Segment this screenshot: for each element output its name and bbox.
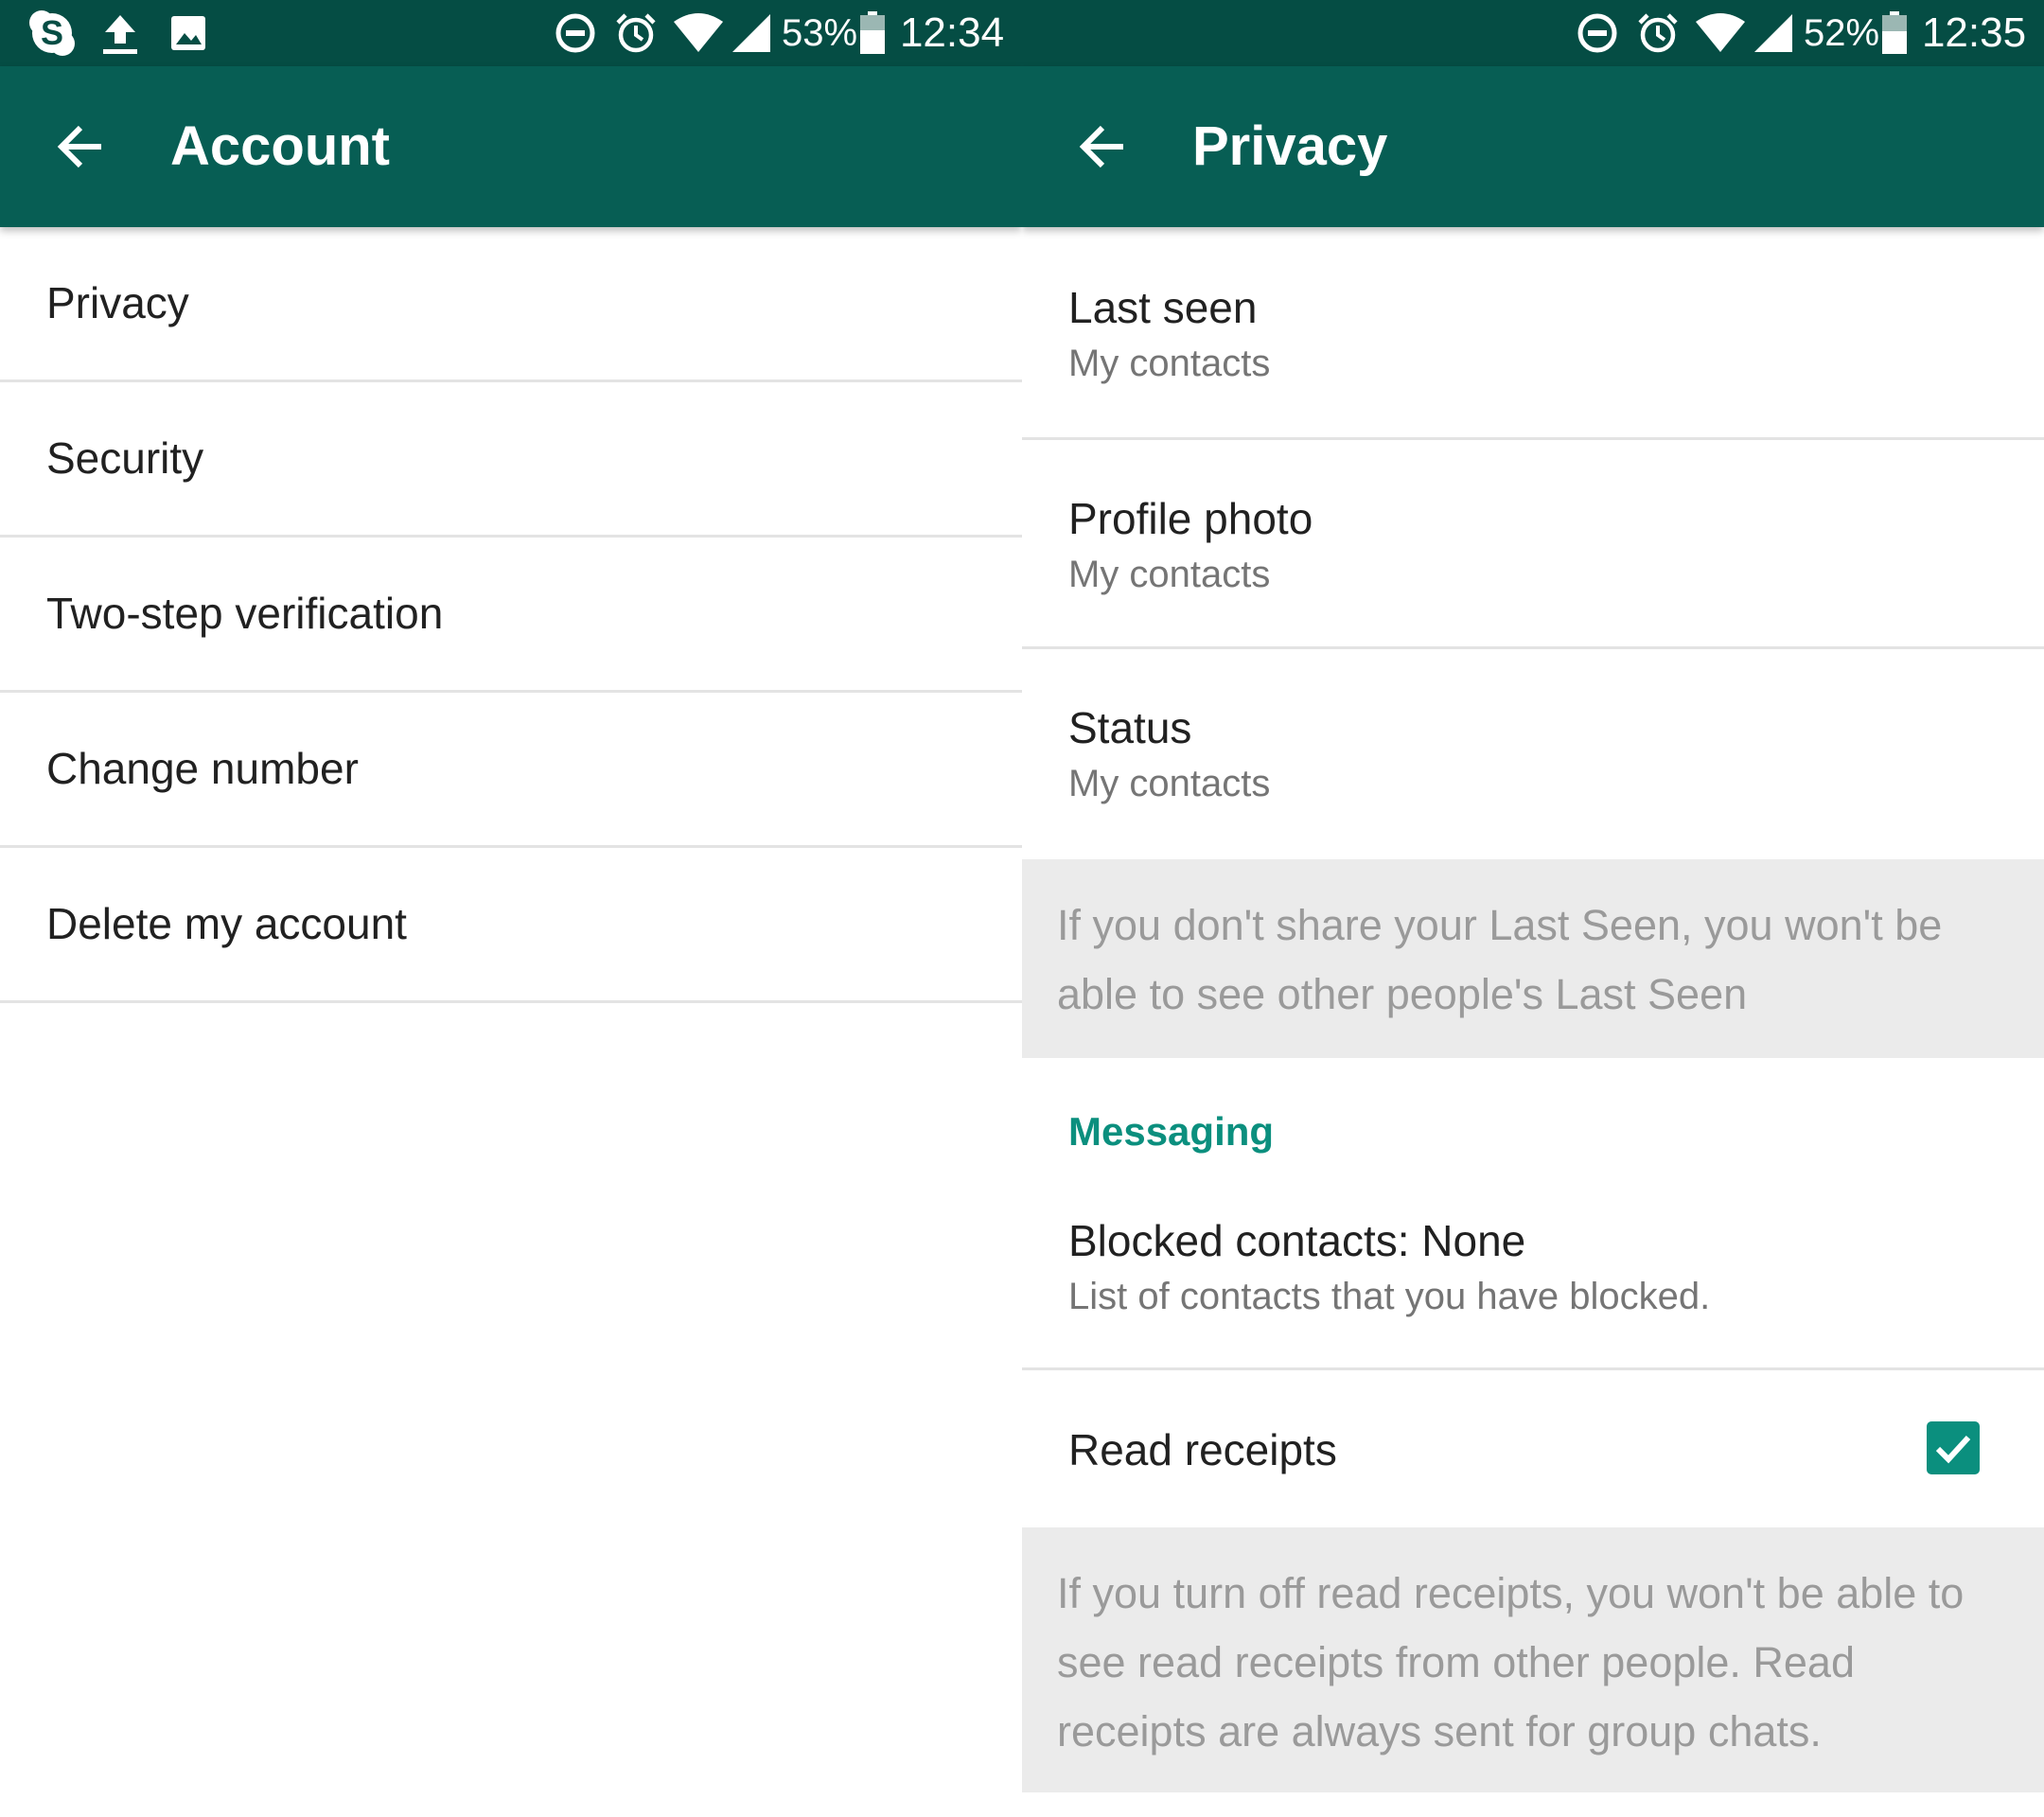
- battery-icon: [857, 0, 888, 66]
- menu-item-delete-account[interactable]: Delete my account: [0, 848, 1022, 1003]
- pref-read-receipts[interactable]: Read receipts: [1022, 1370, 2044, 1527]
- alarm-icon: [1635, 0, 1681, 66]
- back-button[interactable]: [1060, 104, 1145, 189]
- pref-profile-photo[interactable]: Profile photo My contacts: [1022, 440, 2044, 649]
- pref-title: Status: [1068, 703, 1192, 752]
- menu-item-label: Delete my account: [46, 899, 407, 948]
- read-receipts-info: If you turn off read receipts, you won't…: [1022, 1527, 2044, 1792]
- image-icon: [167, 0, 210, 66]
- wifi-icon: [672, 0, 725, 66]
- read-receipts-checkbox[interactable]: [1927, 1421, 1980, 1474]
- info-text: If you don't share your Last Seen, you w…: [1057, 901, 1943, 1018]
- privacy-screen: 52% 12:35 Privacy Last seen My contacts …: [1022, 0, 2044, 1817]
- clock: 12:34: [899, 9, 1005, 56]
- back-button[interactable]: [38, 104, 123, 189]
- pref-status[interactable]: Status My contacts: [1022, 649, 2044, 859]
- pref-value: My contacts: [1068, 763, 1271, 804]
- menu-item-two-step-verification[interactable]: Two-step verification: [0, 538, 1022, 693]
- arrow-left-icon: [57, 125, 101, 168]
- page-title: Privacy: [1192, 115, 1388, 177]
- app-bar: Account: [0, 66, 1022, 227]
- pref-blocked-contacts[interactable]: Blocked contacts: None List of contacts …: [1022, 1185, 2044, 1370]
- check-icon: [1935, 1435, 1971, 1464]
- battery-percent: 53%: [781, 11, 858, 54]
- account-screen: S 53% 12:34 Account Privacy Security Two…: [0, 0, 1022, 1817]
- page-title: Account: [170, 115, 390, 177]
- menu-item-change-number[interactable]: Change number: [0, 693, 1022, 848]
- pref-title: Last seen: [1068, 283, 1258, 332]
- pref-title: Profile photo: [1068, 494, 1313, 543]
- pref-last-seen[interactable]: Last seen My contacts: [1022, 227, 2044, 440]
- pref-subtitle: List of contacts that you have blocked.: [1068, 1276, 1711, 1317]
- menu-item-label: Two-step verification: [46, 589, 444, 638]
- arrow-left-icon: [1079, 125, 1123, 168]
- status-bar: S 53% 12:34: [0, 0, 1022, 66]
- alarm-icon: [613, 0, 659, 66]
- do-not-disturb-icon: [553, 0, 598, 66]
- battery-icon: [1879, 0, 1910, 66]
- app-bar: Privacy: [1022, 66, 2044, 227]
- pref-title: Read receipts: [1068, 1425, 1337, 1474]
- pref-title: Blocked contacts: None: [1068, 1216, 1526, 1265]
- menu-item-label: Security: [46, 433, 204, 483]
- wifi-icon: [1694, 0, 1747, 66]
- menu-item-privacy[interactable]: Privacy: [0, 227, 1022, 382]
- pref-value: My contacts: [1068, 343, 1271, 384]
- signal-icon: [1751, 0, 1796, 66]
- pref-value: My contacts: [1068, 554, 1271, 595]
- skype-icon: S: [26, 0, 78, 66]
- clock: 12:35: [1921, 9, 2027, 56]
- battery-percent: 52%: [1803, 11, 1880, 54]
- status-bar: 52% 12:35: [1022, 0, 2044, 66]
- section-header-messaging: Messaging: [1068, 1109, 1275, 1154]
- menu-item-label: Change number: [46, 744, 359, 793]
- svg-text:S: S: [41, 13, 63, 52]
- do-not-disturb-icon: [1575, 0, 1620, 66]
- info-text: If you turn off read receipts, you won't…: [1057, 1569, 1965, 1755]
- upload-icon: [97, 0, 144, 66]
- last-seen-info: If you don't share your Last Seen, you w…: [1022, 859, 2044, 1058]
- menu-item-label: Privacy: [46, 278, 189, 327]
- signal-icon: [729, 0, 774, 66]
- menu-item-security[interactable]: Security: [0, 382, 1022, 538]
